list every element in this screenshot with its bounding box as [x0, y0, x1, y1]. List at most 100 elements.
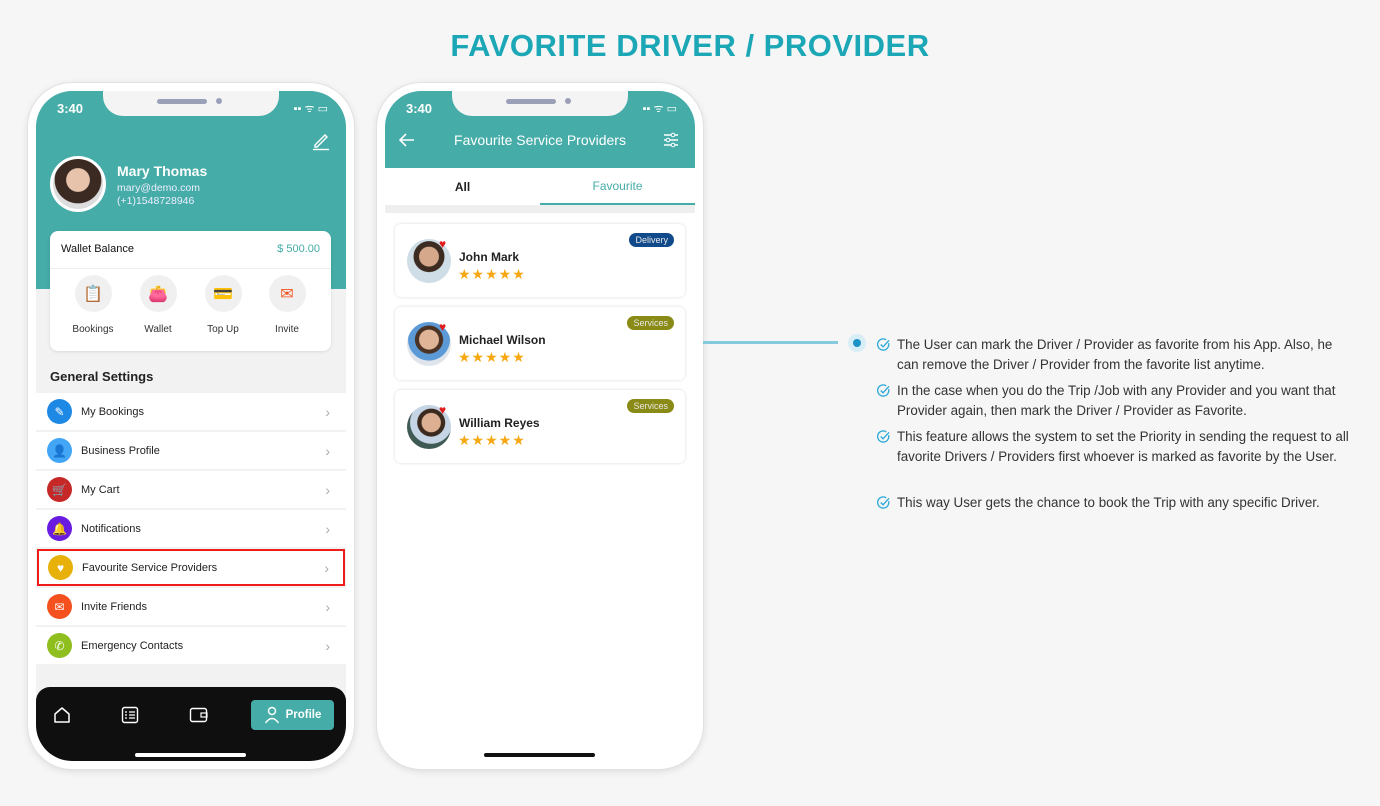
star-rating: ★★★★★: [458, 432, 526, 448]
quick-action-invite[interactable]: ✉ Invite: [257, 275, 317, 335]
provider-name: Michael Wilson: [459, 333, 546, 347]
page-title: FAVORITE DRIVER / PROVIDER: [450, 28, 930, 63]
wallet-card: Wallet Balance $ 500.00 📋 Bookings 👛 Walle…: [50, 231, 331, 351]
chevron-right-icon: ›: [325, 403, 330, 420]
feature-item: This feature allows the system to set th…: [877, 427, 1357, 467]
cart-icon: 🛒: [47, 477, 72, 502]
bookings-icon: ✎: [47, 399, 72, 424]
chevron-right-icon: ›: [325, 442, 330, 459]
quick-action-bookings[interactable]: 📋 Bookings: [63, 275, 123, 335]
check-circle-icon: [877, 384, 890, 397]
screen-title: Favourite Service Providers: [454, 132, 626, 148]
chevron-right-icon: ›: [325, 520, 330, 537]
provider-card[interactable]: ♥ William Reyes ★★★★★ Services: [395, 390, 685, 463]
feature-item: This way User gets the chance to book th…: [877, 493, 1357, 513]
status-time: 3:40: [406, 101, 433, 116]
menu-item-invite-friends[interactable]: ✉ Invite Friends ›: [36, 588, 346, 625]
feature-text: This way User gets the chance to book th…: [897, 495, 1320, 510]
provider-card[interactable]: ♥ Michael Wilson ★★★★★ Services: [395, 307, 685, 380]
notch: [452, 91, 628, 116]
menu-item-label: Emergency Contacts: [81, 639, 184, 652]
filter-icon[interactable]: [663, 132, 679, 148]
provider-card[interactable]: ♥ John Mark ★★★★★ Delivery: [395, 224, 685, 297]
menu-item-my-cart[interactable]: 🛒 My Cart ›: [36, 471, 346, 508]
edit-icon[interactable]: [311, 131, 331, 151]
phone-favourites: 3:40 ▪▪ ᯤ ▭ Favourite Service Providers …: [377, 83, 703, 769]
quick-action-label: Top Up: [207, 324, 239, 335]
category-badge: Services: [627, 399, 674, 413]
avatar: [50, 156, 106, 212]
menu-item-label: Invite Friends: [81, 600, 148, 613]
bookings-list-icon[interactable]: [121, 706, 139, 724]
menu-item-label: Notifications: [81, 522, 141, 535]
user-name: Mary Thomas: [117, 163, 208, 179]
provider-name: John Mark: [459, 250, 520, 264]
star-rating: ★★★★★: [458, 266, 526, 282]
user-phone: (+1)1548728946: [117, 195, 195, 207]
user-email: mary@demo.com: [117, 182, 201, 194]
menu-item-label: Favourite Service Providers: [82, 561, 218, 574]
divider: [50, 268, 331, 269]
heart-icon[interactable]: ♥: [439, 237, 446, 251]
quick-action-label: Invite: [275, 324, 299, 335]
profile-screen: 3:40 ▪▪ ᯤ ▭ Mary Thomas mary@demo.com (+…: [36, 91, 346, 761]
star-rating: ★★★★★: [458, 349, 526, 365]
quick-action-top-up[interactable]: 💳 Top Up: [193, 275, 253, 335]
phone-icon: ✆: [47, 633, 72, 658]
menu-item-emergency-contacts[interactable]: ✆ Emergency Contacts ›: [36, 627, 346, 664]
connector-line: [703, 341, 838, 344]
category-badge: Services: [627, 316, 674, 330]
wallet-label: Wallet Balance: [61, 243, 134, 255]
feature-text: The User can mark the Driver / Provider …: [897, 337, 1333, 372]
home-icon[interactable]: [53, 706, 71, 724]
invite-icon: ✉: [47, 594, 72, 619]
home-indicator: [135, 753, 246, 757]
connector-dot: [848, 334, 866, 352]
notch: [103, 91, 279, 116]
quick-action-label: Bookings: [72, 324, 114, 335]
chevron-right-icon: ›: [325, 598, 330, 615]
category-badge: Delivery: [629, 233, 674, 247]
feature-item: The User can mark the Driver / Provider …: [877, 335, 1357, 375]
wallet-icon: 👛: [139, 275, 177, 312]
menu-item-my-bookings[interactable]: ✎ My Bookings ›: [36, 393, 346, 430]
top-up-icon: 💳: [204, 275, 242, 312]
menu-item-favourite-service-providers[interactable]: ♥ Favourite Service Providers ›: [37, 549, 345, 586]
menu-item-label: My Bookings: [81, 405, 144, 418]
tab-favourite[interactable]: Favourite: [540, 168, 695, 205]
section-title: General Settings: [50, 369, 154, 384]
phone-profile: 3:40 ▪▪ ᯤ ▭ Mary Thomas mary@demo.com (+…: [28, 83, 354, 769]
quick-action-label: Wallet: [144, 324, 172, 335]
check-circle-icon: [877, 496, 890, 509]
wallet-icon[interactable]: [189, 706, 209, 724]
profile-tab[interactable]: Profile: [251, 700, 334, 730]
status-icons: ▪▪ ᯤ ▭: [293, 103, 328, 115]
wallet-amount: $ 500.00: [277, 243, 320, 255]
feature-text: In the case when you do the Trip /Job wi…: [897, 383, 1336, 418]
chevron-right-icon: ›: [325, 481, 330, 498]
business-profile-icon: 👤: [47, 438, 72, 463]
home-indicator: [484, 753, 595, 757]
provider-name: William Reyes: [459, 416, 540, 430]
feature-text: This feature allows the system to set th…: [897, 429, 1349, 464]
check-circle-icon: [877, 430, 890, 443]
user-icon: [264, 706, 279, 724]
menu-item-business-profile[interactable]: 👤 Business Profile ›: [36, 432, 346, 469]
chevron-right-icon: ›: [325, 637, 330, 654]
menu-item-label: Business Profile: [81, 444, 160, 457]
bottom-nav: Profile: [36, 687, 346, 761]
check-circle-icon: [877, 338, 890, 351]
menu-item-notifications[interactable]: 🔔 Notifications ›: [36, 510, 346, 547]
favourites-screen: 3:40 ▪▪ ᯤ ▭ Favourite Service Providers …: [385, 91, 695, 761]
heart-icon[interactable]: ♥: [439, 403, 446, 417]
status-icons: ▪▪ ᯤ ▭: [642, 103, 677, 115]
feature-item: In the case when you do the Trip /Job wi…: [877, 381, 1357, 421]
heart-icon: ♥: [48, 555, 73, 580]
quick-action-wallet[interactable]: 👛 Wallet: [128, 275, 188, 335]
bell-icon: 🔔: [47, 516, 72, 541]
heart-icon[interactable]: ♥: [439, 320, 446, 334]
menu-item-label: My Cart: [81, 483, 120, 496]
bookings-icon: 📋: [74, 275, 112, 312]
tab-all[interactable]: All: [385, 168, 540, 205]
divider: [385, 205, 695, 213]
